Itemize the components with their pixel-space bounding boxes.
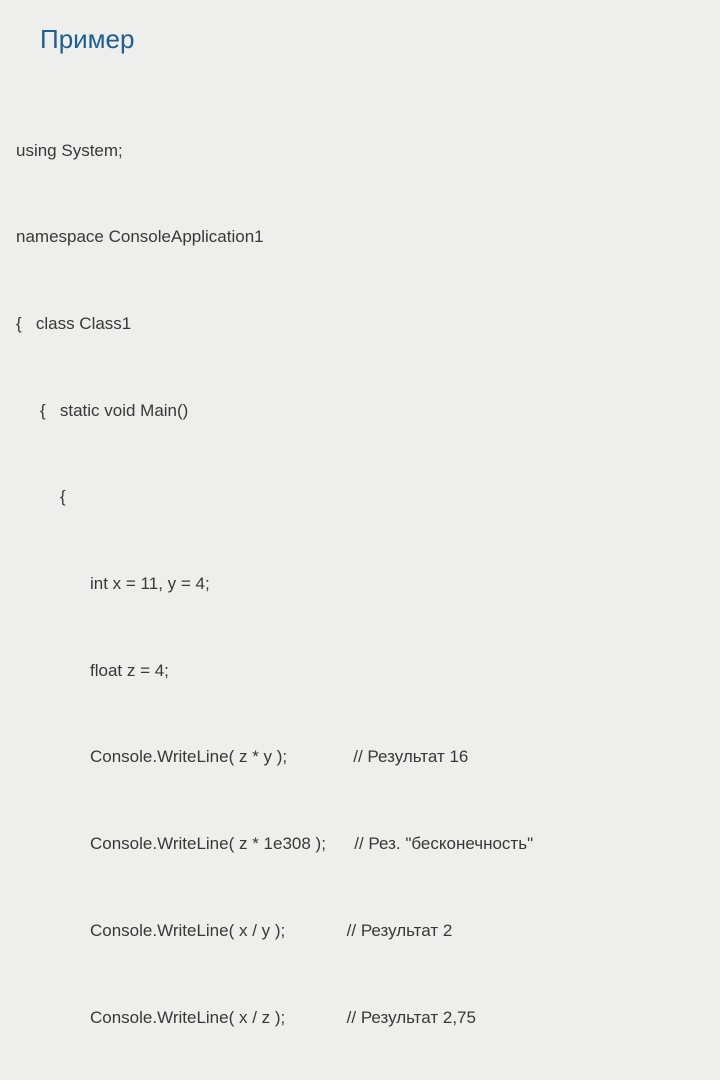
slide-title: Пример [40,24,704,55]
code-line: { [60,483,704,512]
code-line: float z = 4; [90,657,704,686]
code-line: { static void Main() [40,397,704,426]
code-line: int x = 11, y = 4; [90,570,704,599]
code-line: Console.WriteLine( x / z ); // Результат… [90,1004,704,1033]
code-line: Console.WriteLine( z * y ); // Результат… [90,743,704,772]
code-line: using System; [16,137,704,166]
code-line: Console.WriteLine( z * 1e308 ); // Рез. … [90,830,704,859]
code-line: Console.WriteLine( x / y ); // Результат… [90,917,704,946]
code-line: { class Class1 [16,310,704,339]
code-line: namespace ConsoleApplication1 [16,223,704,252]
code-example: using System; namespace ConsoleApplicati… [16,79,704,1080]
